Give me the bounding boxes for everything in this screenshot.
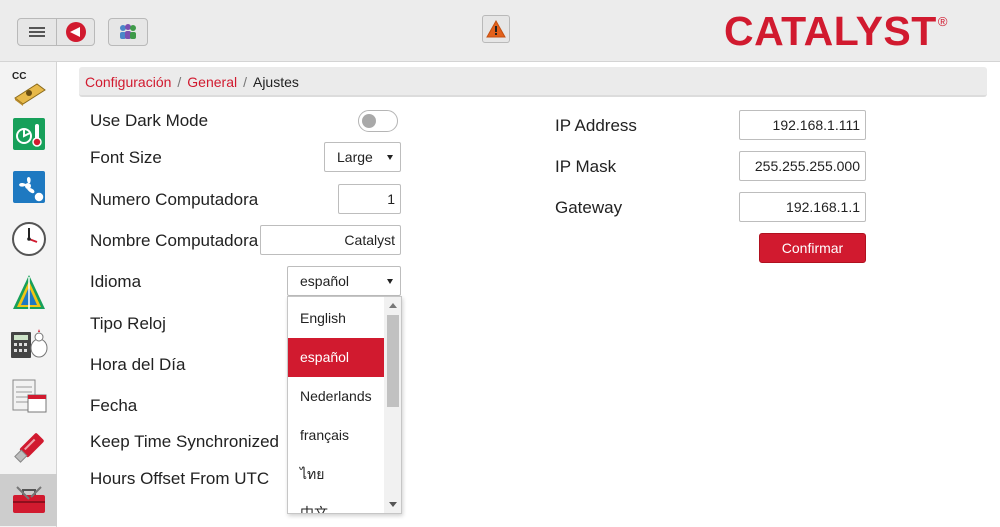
time-of-day-label: Hora del Día <box>90 355 186 374</box>
sidebar-item-cc[interactable]: CC <box>0 62 57 114</box>
menu-icon <box>29 25 45 39</box>
clock-icon <box>11 222 46 256</box>
scroll-up-icon[interactable] <box>389 303 397 308</box>
ip-address-value: 192.168.1.111 <box>772 117 860 133</box>
breadcrumb: Configuración / General / Ajustes <box>79 67 987 97</box>
ip-address-input[interactable]: 192.168.1.111 <box>739 110 866 140</box>
fan-icon <box>12 171 45 203</box>
growth-chart-icon <box>12 275 45 309</box>
ip-address-label: IP Address <box>555 116 637 135</box>
breadcrumb-separator: / <box>243 74 247 90</box>
language-option[interactable]: English <box>288 299 384 338</box>
calculator-icon <box>10 329 47 358</box>
chevron-down-icon <box>387 155 393 160</box>
ip-mask-label: IP Mask <box>555 157 617 176</box>
warning-icon <box>486 20 506 38</box>
sidebar-item-calendar[interactable] <box>0 370 57 422</box>
language-option[interactable]: ไทย <box>288 455 384 494</box>
language-select[interactable]: español <box>287 266 401 296</box>
back-icon <box>65 22 86 42</box>
scroll-down-icon[interactable] <box>389 502 397 507</box>
date-label: Fecha <box>90 396 138 415</box>
back-button[interactable] <box>56 19 94 45</box>
computer-number-value: 1 <box>387 191 395 207</box>
sidebar-item-usb[interactable] <box>0 422 57 474</box>
svg-text:CC: CC <box>12 71 26 82</box>
breadcrumb-separator: / <box>177 74 182 90</box>
ip-mask-input[interactable]: 255.255.255.000 <box>739 151 866 181</box>
computer-number-input[interactable]: 1 <box>338 184 401 214</box>
computer-name-input[interactable]: Catalyst <box>260 225 401 255</box>
utc-offset-label: Hours Offset From UTC <box>90 469 270 488</box>
sidebar-item-growth[interactable] <box>0 266 57 318</box>
sidebar-item-calculator[interactable] <box>0 318 57 370</box>
gateway-input[interactable]: 192.168.1.1 <box>739 192 866 222</box>
calendar-icon <box>12 379 46 413</box>
breadcrumb-configuracion[interactable]: Configuración <box>85 74 171 90</box>
dark-mode-toggle[interactable] <box>358 110 398 132</box>
language-option[interactable]: français <box>288 416 384 455</box>
users-icon <box>120 24 136 39</box>
chevron-down-icon <box>387 279 393 284</box>
nav-button-group <box>17 18 95 46</box>
breadcrumb-general[interactable]: General <box>187 74 237 90</box>
ip-mask-value: 255.255.255.000 <box>754 158 860 174</box>
sidebar-item-ventilation[interactable] <box>0 161 57 213</box>
language-label: Idioma <box>90 272 142 291</box>
language-value: español <box>300 273 350 289</box>
menu-button[interactable] <box>18 19 56 45</box>
breadcrumb-current: Ajustes <box>252 74 299 90</box>
brand-logo: CATALYST ® <box>724 6 947 56</box>
font-size-label: Font Size <box>90 148 162 167</box>
gateway-label: Gateway <box>555 198 623 217</box>
scrollbar-thumb[interactable] <box>387 315 399 407</box>
sidebar-item-climate[interactable] <box>0 108 57 160</box>
font-size-select[interactable]: Large <box>324 142 401 172</box>
registered-mark: ® <box>937 14 948 29</box>
dropdown-scrollbar[interactable] <box>384 297 401 513</box>
computer-name-label: Nombre Computadora <box>90 231 259 250</box>
usb-icon <box>13 433 44 463</box>
keep-time-sync-label: Keep Time Synchronized <box>90 432 279 451</box>
language-option[interactable]: 中文 <box>288 494 384 513</box>
toolbox-icon <box>12 486 45 513</box>
language-option-selected[interactable]: español <box>288 338 384 377</box>
warning-button[interactable] <box>482 15 510 43</box>
toggle-knob <box>362 114 376 128</box>
users-button[interactable] <box>109 19 147 45</box>
clock-type-label: Tipo Reloj <box>90 314 166 333</box>
confirm-button[interactable]: Confirmar <box>759 233 866 263</box>
gateway-value: 192.168.1.1 <box>786 199 860 215</box>
language-option[interactable]: Nederlands <box>288 377 384 416</box>
sidebar: CC <box>0 62 57 527</box>
dark-mode-label: Use Dark Mode <box>90 111 209 130</box>
top-bar: CATALYST ® <box>0 0 1000 62</box>
computer-number-label: Numero Computadora <box>90 190 259 209</box>
brand-name: CATALYST <box>724 8 937 54</box>
cc-icon: CC <box>12 71 46 106</box>
sidebar-item-clock[interactable] <box>0 213 57 265</box>
users-button-group <box>108 18 148 46</box>
climate-icon <box>12 118 45 150</box>
sidebar-item-toolbox[interactable] <box>0 474 57 526</box>
language-dropdown-list: English español Nederlands français ไทย … <box>287 296 402 514</box>
computer-name-value: Catalyst <box>344 232 395 248</box>
font-size-value: Large <box>337 149 373 165</box>
